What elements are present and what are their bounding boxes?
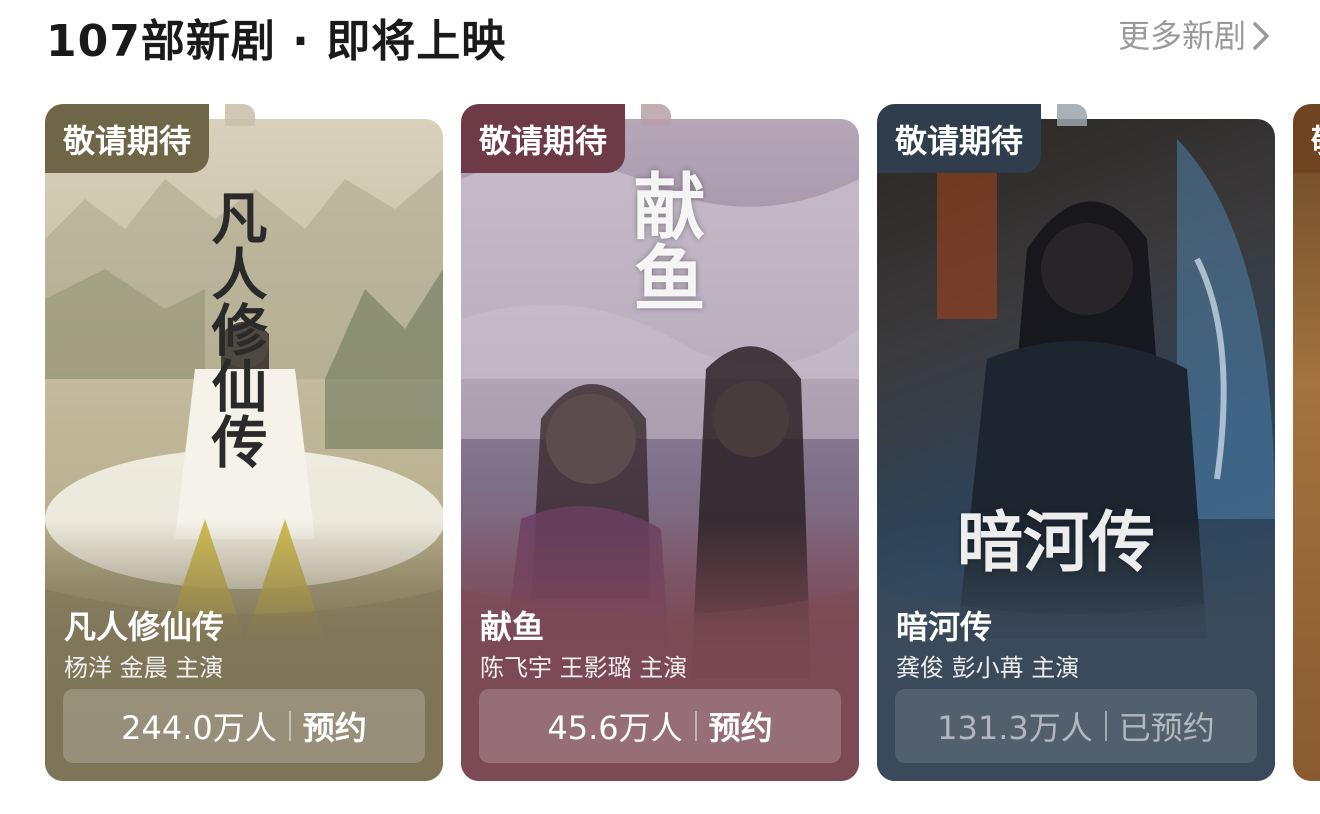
status-badge: 敬请期待 <box>1293 104 1320 173</box>
more-dramas-label: 更多新剧 <box>1117 17 1246 55</box>
chevron-right-icon <box>1253 22 1269 50</box>
poster-title-art: 暗河传 <box>957 503 1155 581</box>
poster-title-art: 献鱼 <box>621 169 706 313</box>
drama-card[interactable]: 敬请期待 <box>1293 104 1320 781</box>
drama-cast: 杨洋 金晨 主演 <box>64 654 224 682</box>
status-badge: 敬请期待 <box>877 104 1042 173</box>
drama-card-list: 敬请期待 凡人修仙传 凡人修仙传 杨洋 金晨 主演 244.0万人 预约 敬请期… <box>0 104 1320 794</box>
upcoming-dramas-section: 107部新剧 · 即将上映 更多新剧 敬请期待 凡人修仙传 凡人修仙传 杨洋 金… <box>0 0 1320 814</box>
section-title: 107部新剧 · 即将上映 <box>46 16 507 67</box>
reserve-action: 已预约 <box>1118 709 1215 747</box>
drama-title: 凡人修仙传 <box>64 608 225 646</box>
more-dramas-link[interactable]: 更多新剧 <box>1118 16 1270 56</box>
reserve-divider <box>288 711 291 741</box>
reserve-divider <box>694 711 697 741</box>
badge-tab-decoration <box>225 104 255 126</box>
drama-poster <box>1293 119 1320 781</box>
drama-card[interactable]: 敬请期待 暗河传 暗河传 龚俊 彭小苒 主演 131.3万人 已预约 <box>877 104 1275 781</box>
drama-title: 献鱼 <box>480 608 545 646</box>
badge-tab-decoration <box>1057 104 1087 126</box>
reserve-action: 预约 <box>708 709 773 747</box>
reserve-action: 预约 <box>302 709 367 747</box>
reserve-divider <box>1104 711 1107 741</box>
reserve-button[interactable]: 45.6万人 预约 <box>479 689 841 763</box>
drama-cast: 陈飞宇 王影璐 主演 <box>480 654 688 682</box>
drama-cast: 龚俊 彭小苒 主演 <box>896 654 1080 682</box>
poster-title-art: 凡人修仙传 <box>202 189 268 469</box>
status-badge: 敬请期待 <box>461 104 626 173</box>
status-badge: 敬请期待 <box>45 104 210 173</box>
reserve-button[interactable]: 244.0万人 预约 <box>63 689 425 763</box>
reserve-button[interactable]: 131.3万人 已预约 <box>895 689 1257 763</box>
drama-card[interactable]: 敬请期待 凡人修仙传 凡人修仙传 杨洋 金晨 主演 244.0万人 预约 <box>45 104 443 781</box>
drama-card[interactable]: 敬请期待 献鱼 献鱼 陈飞宇 王影璐 主演 45.6万人 预约 <box>461 104 859 781</box>
reserve-count: 45.6万人 <box>547 709 683 747</box>
reserve-count: 244.0万人 <box>121 709 277 747</box>
reserve-count: 131.3万人 <box>937 709 1093 747</box>
drama-title: 暗河传 <box>896 608 993 646</box>
badge-tab-decoration <box>641 104 671 126</box>
